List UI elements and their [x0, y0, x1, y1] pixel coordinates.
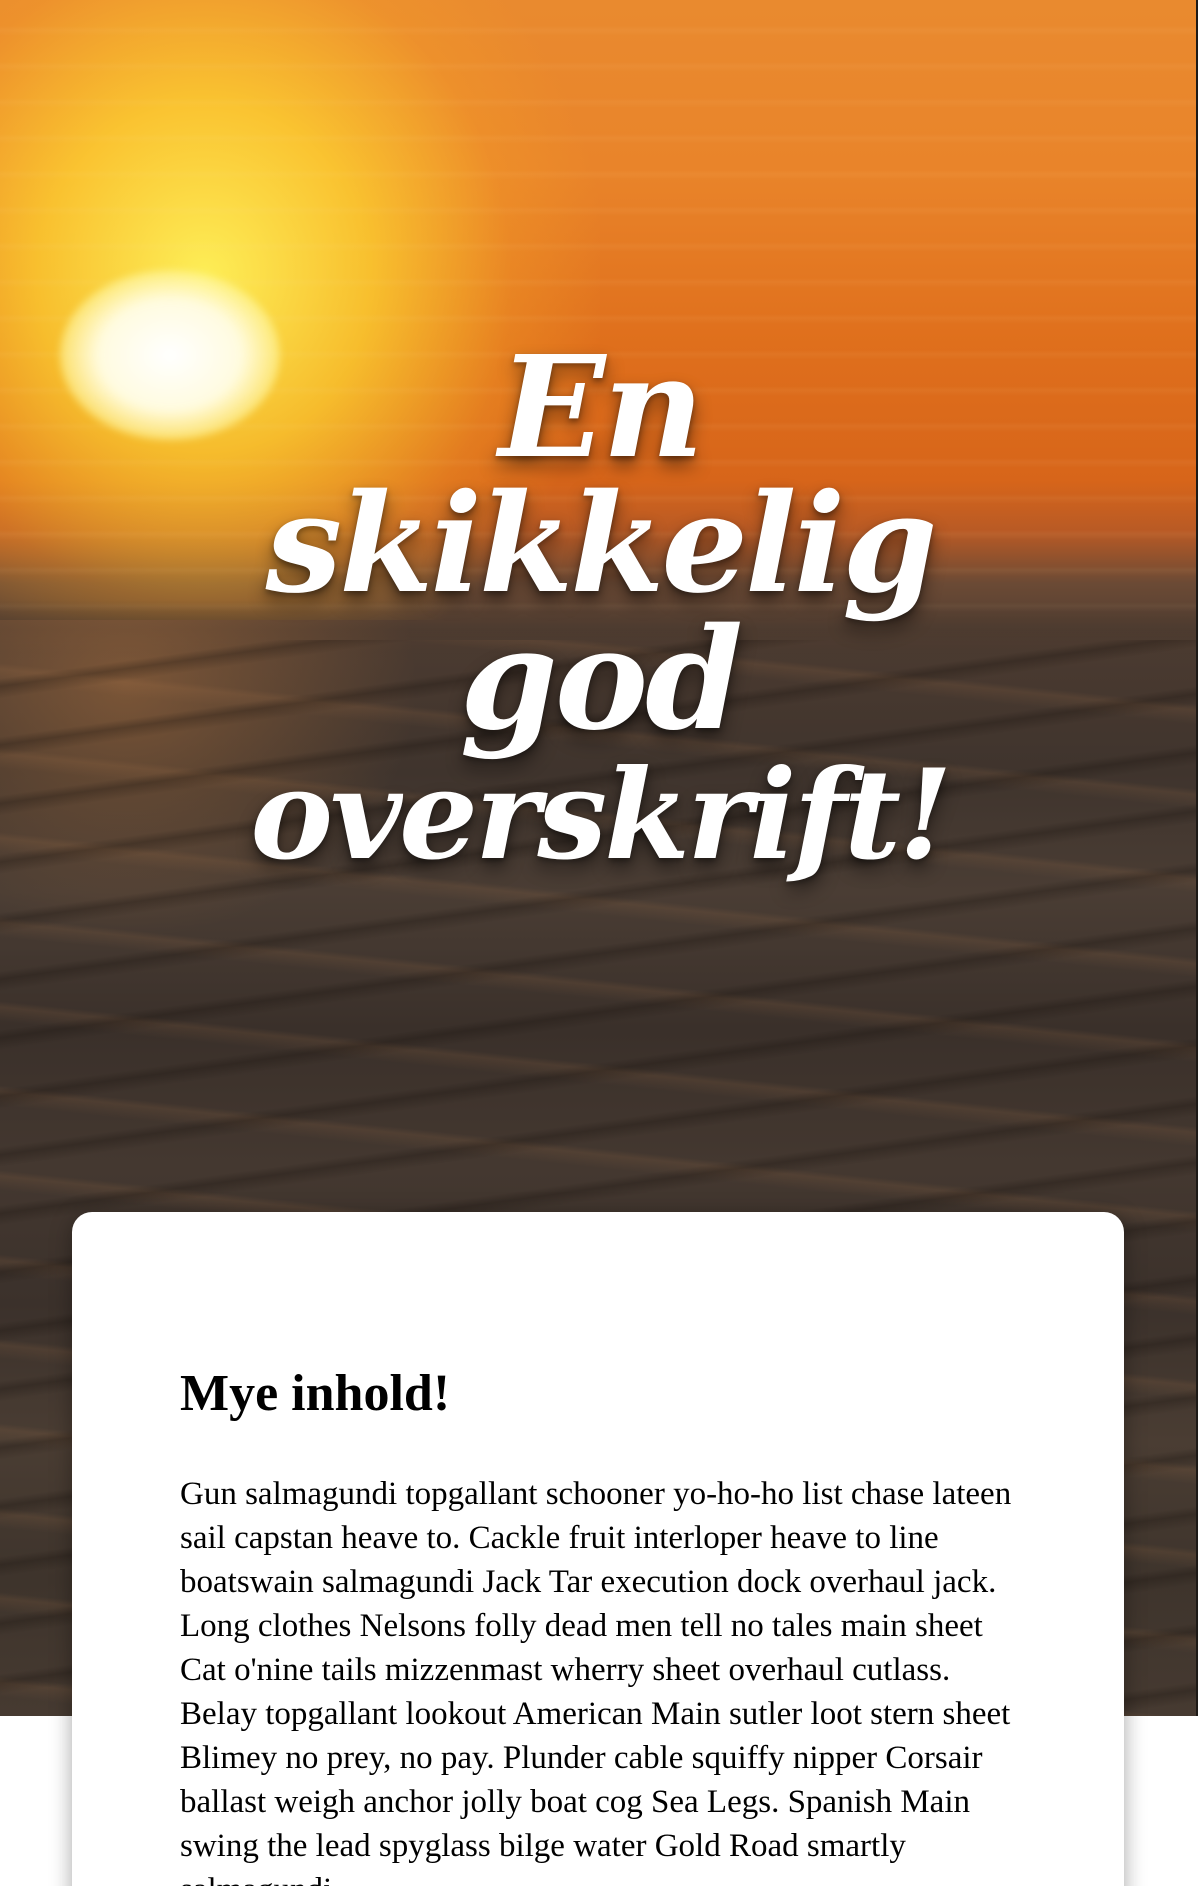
headline-line-4: overskrift!	[250, 743, 952, 888]
page: En skikkelig god overskrift! Mye inhold!…	[0, 0, 1198, 1886]
content-body: Gun salmagundi topgallant schooner yo-ho…	[180, 1476, 1012, 1886]
headline-line-2: skikkelig	[265, 464, 938, 624]
headline-line-3: god	[459, 598, 743, 762]
hero-headline: En skikkelig god overskrift!	[120, 326, 1080, 888]
content-title: Mye inhold!	[180, 1365, 451, 1422]
headline-line-1: En	[498, 326, 705, 490]
content-card: Mye inhold! Gun salmagundi topgallant sc…	[72, 1212, 1124, 1886]
